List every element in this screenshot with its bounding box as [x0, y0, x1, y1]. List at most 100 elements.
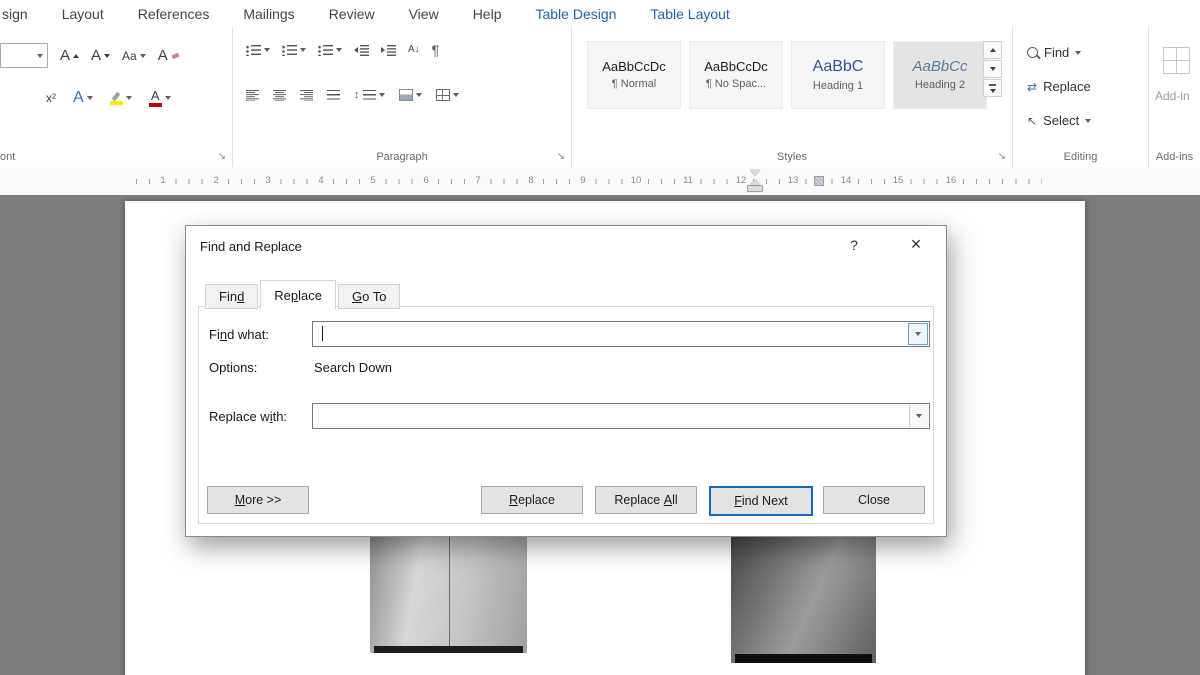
up-arrow-icon [73, 54, 79, 58]
align-right-button[interactable] [300, 90, 313, 101]
font-group: A A Aa A x² A A ont ↘ [0, 27, 233, 167]
align-center-button[interactable] [273, 90, 286, 101]
close-button[interactable]: Close [823, 486, 925, 514]
styles-gallery-more-button[interactable] [983, 79, 1002, 97]
decrease-indent-button[interactable] [354, 45, 369, 56]
chevron-down-icon [87, 96, 93, 100]
dialog-title: Find and Replace [200, 239, 302, 254]
style-card-no-spacing[interactable]: AaBbCcDc ¶ No Spac... [689, 41, 783, 109]
multilevel-list-button[interactable] [318, 45, 342, 56]
fridge-base [735, 654, 872, 663]
more-button[interactable]: More >> [207, 486, 309, 514]
replace-icon: ⇄ [1027, 81, 1037, 93]
find-what-dropdown-button[interactable] [908, 323, 928, 345]
replace-with-combobox [312, 403, 930, 429]
font-size-combobox[interactable] [0, 43, 48, 68]
find-what-label: Find what: [209, 327, 269, 342]
decrease-indent-icon [354, 45, 369, 56]
text-effects-button[interactable]: A [73, 90, 93, 106]
chevron-down-icon [140, 54, 146, 58]
ruler-number: 1 [158, 176, 168, 186]
paragraph-dialog-launcher[interactable]: ↘ [557, 152, 565, 162]
left-indent-marker[interactable] [748, 186, 762, 191]
chevron-down-icon [336, 48, 342, 52]
borders-button[interactable] [436, 89, 459, 101]
help-button[interactable]: ? [844, 237, 864, 253]
bullets-button[interactable] [246, 45, 270, 56]
highlighter-pen-icon [112, 91, 121, 101]
label-text: d what: [227, 327, 269, 342]
grow-font-icon: A [60, 48, 70, 63]
replace-with-input[interactable] [314, 405, 920, 425]
numbering-button[interactable] [282, 45, 306, 56]
sort-button[interactable]: A↓ [408, 45, 420, 55]
find-next-button[interactable]: Find Next [709, 486, 813, 516]
sort-icon: A↓ [408, 45, 420, 55]
change-case-button[interactable]: Aa [122, 50, 146, 62]
fridge-image-left[interactable] [370, 536, 527, 653]
replace-all-button[interactable]: Replace All [595, 486, 697, 514]
tab-find[interactable]: Find [205, 284, 258, 309]
find-label: Find [1044, 45, 1069, 60]
grow-font-button[interactable]: A [60, 48, 79, 63]
menu-tab-review[interactable]: Review [329, 6, 375, 22]
style-card-heading2[interactable]: AaBbCc Heading 2 [893, 41, 987, 109]
dialog-tab-strip: Find Replace Go To [205, 280, 402, 307]
align-left-button[interactable] [246, 90, 259, 101]
chevron-down-icon [1075, 51, 1081, 55]
superscript-button[interactable]: x² [46, 92, 56, 104]
font-dialog-launcher[interactable]: ↘ [218, 152, 226, 162]
highlighter-icon [110, 92, 123, 105]
style-sample: AaBbCcDc [704, 60, 768, 73]
ruler-number: 13 [785, 176, 801, 186]
menu-tab-help[interactable]: Help [473, 6, 502, 22]
first-line-indent-marker[interactable] [750, 170, 760, 176]
styles-scroll-down-button[interactable] [983, 60, 1002, 78]
styles-scroll-up-button[interactable] [983, 41, 1002, 59]
shading-button[interactable] [399, 89, 422, 101]
ruler-number: 8 [526, 176, 536, 186]
replace-with-dropdown-button[interactable] [909, 405, 928, 427]
table-column-marker[interactable] [814, 176, 824, 186]
button-text: ind Next [742, 494, 788, 508]
word-app-window: sign Layout References Mailings Review V… [0, 0, 1200, 675]
highlight-color-button[interactable] [110, 92, 132, 105]
align-left-icon [246, 90, 259, 101]
addins-button-label[interactable]: Add-in [1155, 89, 1190, 103]
increase-indent-button[interactable] [381, 45, 396, 56]
font-color-button[interactable]: A [149, 89, 171, 107]
style-card-heading1[interactable]: AaBbC Heading 1 [791, 41, 885, 109]
addins-grid-icon[interactable] [1163, 47, 1190, 74]
tab-replace[interactable]: Replace [260, 280, 336, 309]
shrink-font-button[interactable]: A [91, 48, 110, 63]
indent-marker[interactable] [748, 170, 762, 192]
styles-dialog-launcher[interactable]: ↘ [998, 152, 1006, 162]
menu-tab-layout[interactable]: Layout [62, 6, 104, 22]
numbered-list-icon [282, 45, 297, 56]
justify-button[interactable] [327, 90, 340, 101]
fridge-base [374, 646, 523, 653]
select-button[interactable]: ↖ Select [1027, 113, 1091, 128]
menu-tab-table-design[interactable]: Table Design [535, 6, 616, 22]
show-formatting-marks-button[interactable]: ¶ [432, 43, 440, 57]
line-spacing-button[interactable]: ↕ [354, 90, 385, 101]
menu-tab-view[interactable]: View [409, 6, 439, 22]
menu-tab-references[interactable]: References [138, 6, 210, 22]
borders-icon [436, 89, 450, 101]
find-what-input[interactable] [314, 323, 920, 343]
ruler-number: 16 [943, 176, 959, 186]
replace-button[interactable]: Replace [481, 486, 583, 514]
menu-tab-mailings[interactable]: Mailings [243, 6, 294, 22]
replace-tab-page: Find what: Options: Search Down Replace … [198, 306, 934, 524]
font-color-letter: A [151, 89, 160, 102]
replace-button[interactable]: ⇄ Replace [1027, 79, 1091, 94]
clear-formatting-button[interactable]: A [158, 48, 179, 63]
style-card-normal[interactable]: AaBbCcDc ¶ Normal [587, 41, 681, 109]
fridge-image-right[interactable] [731, 536, 876, 663]
close-icon[interactable]: × [904, 234, 928, 255]
find-button[interactable]: Find [1027, 45, 1081, 60]
menu-tab-design-cut[interactable]: sign [2, 6, 28, 22]
hanging-indent-marker[interactable] [750, 179, 760, 185]
tab-go-to[interactable]: Go To [338, 284, 400, 309]
menu-tab-table-layout[interactable]: Table Layout [650, 6, 729, 22]
